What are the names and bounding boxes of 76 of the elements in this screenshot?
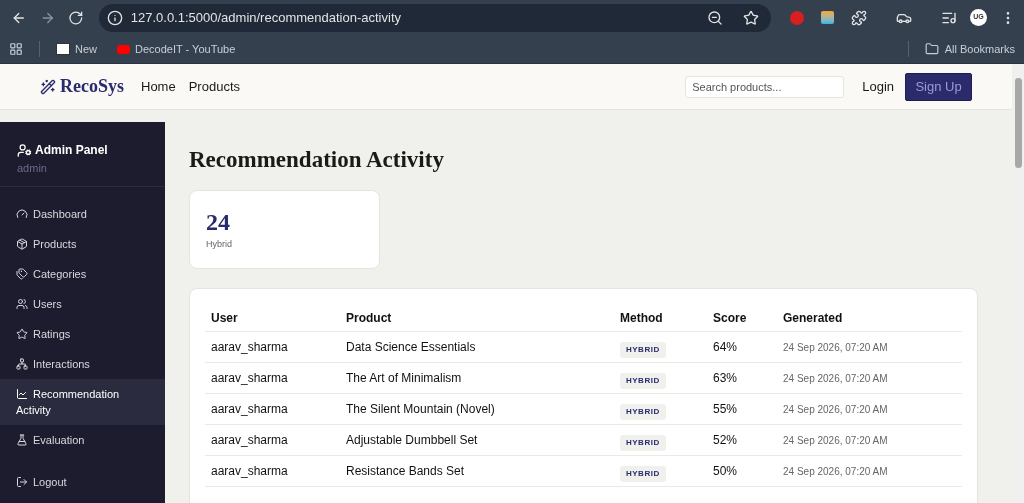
table-cell-text: 52% bbox=[712, 432, 739, 449]
bookmark[interactable]: New bbox=[56, 40, 97, 58]
flask-icon bbox=[16, 433, 28, 446]
method-badge: HYBRID bbox=[620, 373, 666, 389]
network-icon bbox=[16, 357, 28, 370]
sidebar-item[interactable]: Categories bbox=[0, 258, 165, 289]
sidebar-title: Admin Panel bbox=[17, 141, 148, 159]
sidebar-item[interactable]: Products bbox=[0, 228, 165, 259]
folder-icon bbox=[924, 42, 939, 56]
info-icon[interactable] bbox=[106, 9, 123, 26]
user-gear-icon bbox=[17, 142, 32, 158]
method-badge: HYBRID bbox=[620, 342, 666, 358]
stat-value: 24 bbox=[206, 208, 231, 236]
url-text: 127.0.0.1:5000/admin/recommendation-activity bbox=[130, 8, 402, 27]
bookmark[interactable]: DecodeIT - YouTube bbox=[117, 40, 236, 58]
tags-icon bbox=[16, 267, 28, 280]
table-cell-text: aarav_sharma bbox=[210, 339, 289, 356]
youtube-icon bbox=[117, 44, 130, 54]
package-icon bbox=[16, 237, 28, 250]
logo[interactable]: RecoSys bbox=[40, 73, 124, 100]
zoom-icon[interactable] bbox=[707, 9, 723, 26]
apps-icon[interactable] bbox=[9, 42, 23, 56]
table-cell-text: aarav_sharma bbox=[210, 463, 289, 480]
column-header: Generated bbox=[782, 309, 844, 327]
address-bar[interactable]: 127.0.0.1:5000/admin/recommendation-activity bbox=[98, 3, 771, 32]
stat-label: Hybrid bbox=[206, 238, 233, 251]
method-badge: HYBRID bbox=[620, 466, 666, 482]
table-cell-text: The Art of Minimalism bbox=[345, 370, 463, 387]
nav-link[interactable]: Home bbox=[141, 76, 176, 97]
table-cell-text: 64% bbox=[712, 339, 739, 356]
column-header: Method bbox=[619, 309, 664, 327]
nav-link[interactable]: Products bbox=[188, 76, 240, 97]
users-icon bbox=[16, 297, 28, 310]
magic-wand-icon bbox=[40, 78, 56, 95]
table-cell-text: The Silent Mountain (Novel) bbox=[345, 401, 496, 418]
column-header: Score bbox=[712, 309, 748, 327]
logout-link[interactable]: Logout bbox=[0, 473, 165, 503]
table-cell-text: 24 Sep 2026, 07:20 AM bbox=[782, 340, 889, 355]
star-icon bbox=[16, 327, 28, 340]
table-cell-text: 50% bbox=[712, 463, 739, 480]
column-header: Product bbox=[345, 309, 393, 327]
table-cell-text: 24 Sep 2026, 07:20 AM bbox=[782, 371, 889, 386]
puzzle-icon[interactable] bbox=[851, 9, 867, 26]
table-cell-text: 24 Sep 2026, 07:20 AM bbox=[782, 464, 889, 479]
sidebar-item[interactable]: Interactions bbox=[0, 348, 165, 379]
table-cell-text: aarav_sharma bbox=[210, 432, 289, 449]
column-header: User bbox=[210, 309, 239, 327]
table-cell-text: 63% bbox=[712, 370, 739, 387]
gauge-icon bbox=[16, 207, 28, 220]
method-badge: HYBRID bbox=[620, 404, 666, 420]
sidebar-subtitle: admin bbox=[17, 161, 48, 176]
search-field[interactable]: Search products... bbox=[685, 75, 845, 98]
table-cell-text: aarav_sharma bbox=[210, 401, 289, 418]
login-link[interactable]: Login bbox=[862, 76, 894, 97]
table-cell-text: 24 Sep 2026, 07:20 AM bbox=[782, 433, 889, 448]
table-cell-text: 55% bbox=[712, 401, 739, 418]
bookmark-favicon bbox=[56, 43, 70, 55]
table-cell-text: Data Science Essentials bbox=[345, 339, 477, 356]
table-cell-text: aarav_sharma bbox=[210, 370, 289, 387]
sidebar-item[interactable]: Users bbox=[0, 288, 165, 319]
chart-icon bbox=[16, 387, 28, 400]
sign-up-button[interactable]: Sign Up bbox=[905, 72, 972, 101]
reload-icon[interactable] bbox=[68, 9, 84, 26]
method-badge: HYBRID bbox=[620, 435, 666, 451]
sidebar-item[interactable]: Recommendation Activity bbox=[0, 378, 165, 425]
star-icon[interactable] bbox=[743, 9, 759, 26]
all-bookmarks[interactable]: All Bookmarks bbox=[924, 40, 1015, 58]
page-title: Recommendation Activity bbox=[189, 146, 445, 174]
sidebar-item[interactable]: Dashboard bbox=[0, 198, 165, 229]
sidebar-item[interactable]: Ratings bbox=[0, 318, 165, 349]
table-cell-text: Resistance Bands Set bbox=[345, 463, 466, 480]
table-cell-text: Adjustable Dumbbell Set bbox=[345, 432, 479, 449]
scrollbar[interactable] bbox=[1012, 64, 1024, 503]
sidebar-item[interactable]: Evaluation bbox=[0, 424, 165, 455]
table-cell-text: 24 Sep 2026, 07:20 AM bbox=[782, 402, 889, 417]
logout-icon bbox=[16, 475, 28, 488]
